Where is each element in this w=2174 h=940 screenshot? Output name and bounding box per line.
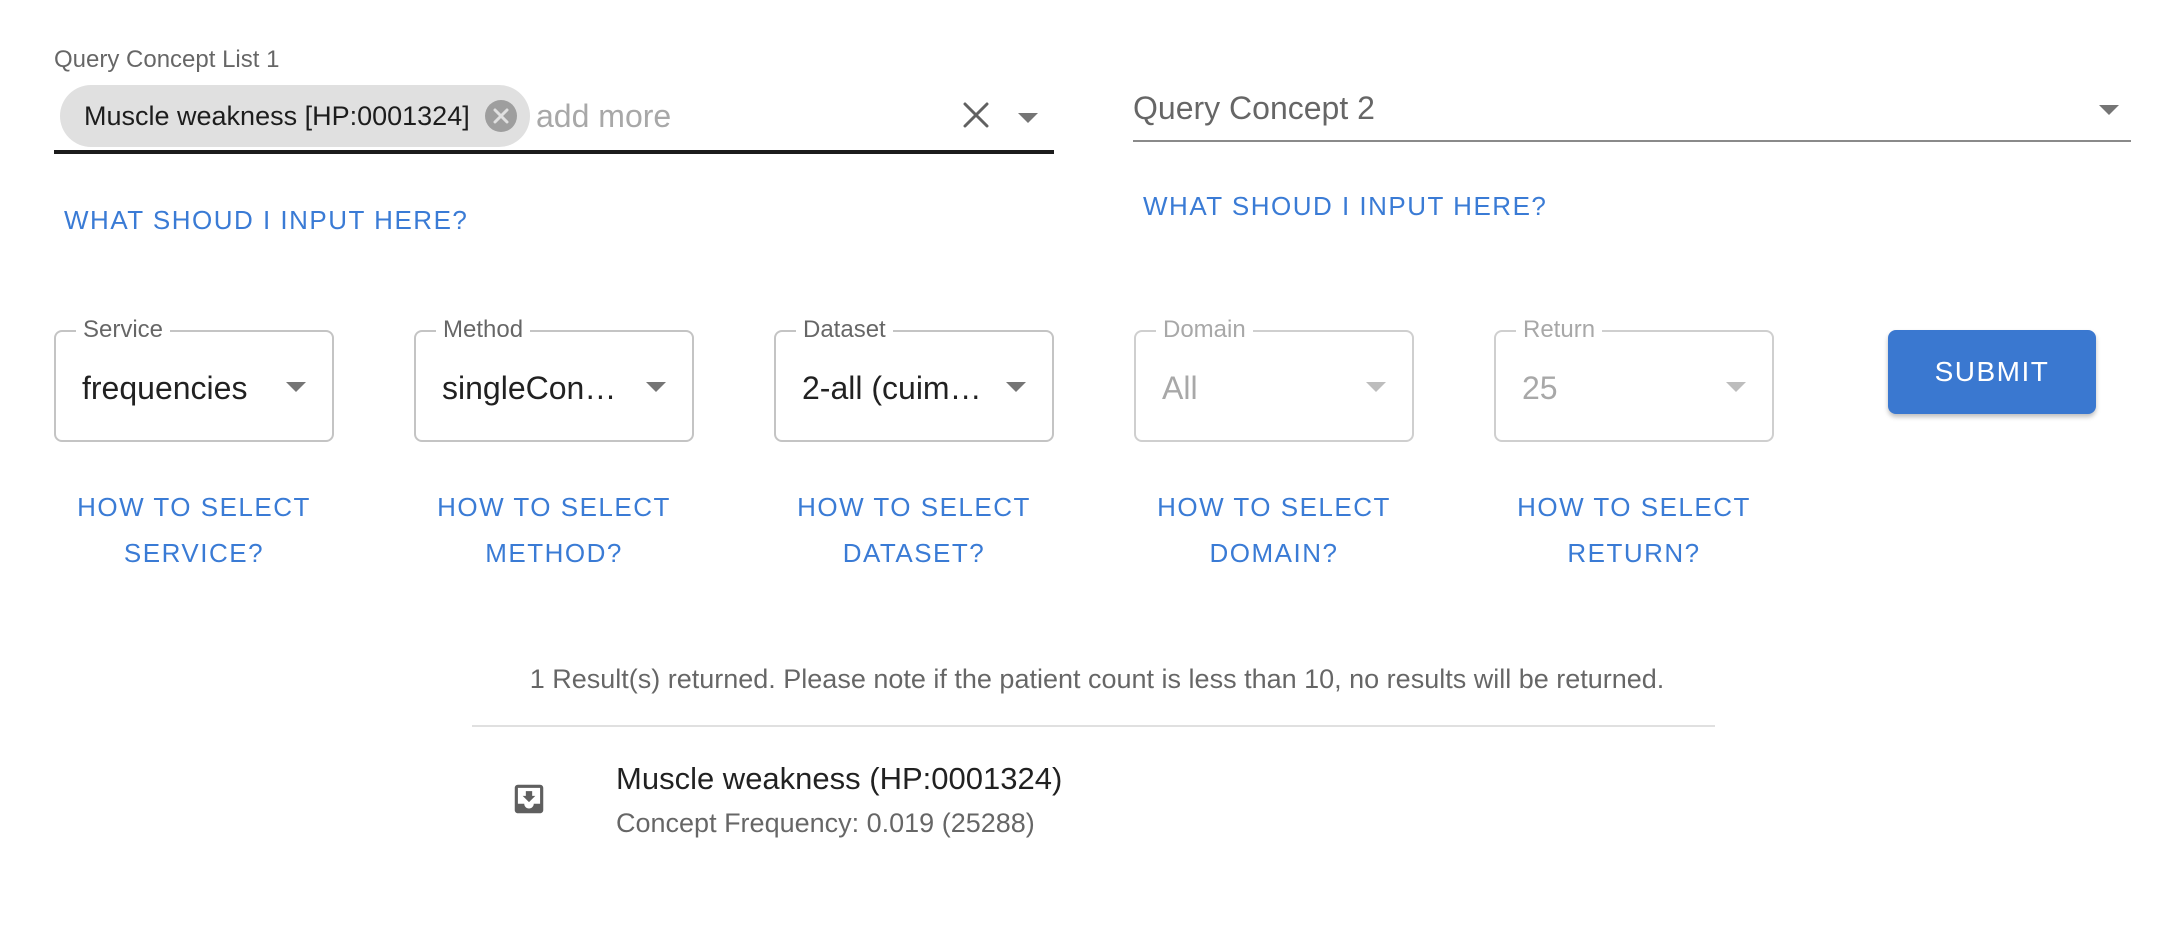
chip-delete-icon[interactable] bbox=[485, 100, 517, 132]
return-help-link[interactable]: HOW TO SELECT RETURN? bbox=[1494, 484, 1774, 576]
concept-chip[interactable]: Muscle weakness [HP:0001324] bbox=[60, 85, 530, 147]
clear-icon[interactable] bbox=[961, 100, 991, 130]
query-concept-1-underline bbox=[54, 150, 1054, 154]
method-help-line-1: HOW TO SELECT bbox=[437, 492, 671, 522]
domain-select-label: Domain bbox=[1156, 315, 1253, 345]
service-select-value: frequencies bbox=[82, 370, 248, 406]
domain-select: Domain All bbox=[1134, 315, 1414, 442]
result-count-text: 1 Result(s) returned. Please note if the… bbox=[529, 664, 1665, 694]
method-help-link[interactable]: HOW TO SELECT METHOD? bbox=[414, 484, 694, 576]
dataset-help-line-1: HOW TO SELECT bbox=[797, 492, 1031, 522]
return-select-value: 25 bbox=[1522, 370, 1558, 406]
dataset-help-link[interactable]: HOW TO SELECT DATASET? bbox=[774, 484, 1054, 576]
query-concept-list-1-label: Query Concept List 1 bbox=[54, 46, 280, 73]
domain-help-line-1: HOW TO SELECT bbox=[1157, 492, 1391, 522]
domain-help-link[interactable]: HOW TO SELECT DOMAIN? bbox=[1134, 484, 1414, 576]
chevron-down-icon bbox=[1006, 382, 1026, 392]
return-help-line-1: HOW TO SELECT bbox=[1517, 492, 1751, 522]
service-select-label: Service bbox=[76, 315, 171, 345]
query-concept-2-field[interactable]: Query Concept 2 bbox=[1133, 90, 1375, 127]
domain-help-line-2: DOMAIN? bbox=[1209, 538, 1339, 568]
chevron-down-icon[interactable] bbox=[1018, 113, 1038, 123]
service-help-link[interactable]: HOW TO SELECT SERVICE? bbox=[54, 484, 334, 576]
query-1-help-link[interactable]: WHAT SHOUD I INPUT HERE? bbox=[64, 205, 468, 236]
service-help-line-2: SERVICE? bbox=[123, 538, 265, 568]
chevron-down-icon[interactable] bbox=[2099, 105, 2119, 115]
results-divider bbox=[472, 725, 1715, 727]
submit-button[interactable]: SUBMIT bbox=[1888, 330, 2096, 414]
return-help-line-2: RETURN? bbox=[1567, 538, 1701, 568]
chevron-down-icon bbox=[1366, 382, 1386, 392]
service-select[interactable]: Service frequencies bbox=[54, 315, 334, 442]
method-select[interactable]: Method singleConceptFreq bbox=[414, 315, 694, 442]
query-2-help-link[interactable]: WHAT SHOUD I INPUT HERE? bbox=[1143, 191, 1547, 222]
dataset-select-value: 2-all (cuimap) bbox=[802, 370, 992, 406]
chevron-down-icon bbox=[646, 382, 666, 392]
method-help-line-2: METHOD? bbox=[485, 538, 623, 568]
service-help-line-1: HOW TO SELECT bbox=[77, 492, 311, 522]
dataset-select[interactable]: Dataset 2-all (cuimap) bbox=[774, 315, 1054, 442]
dataset-help-line-2: DATASET? bbox=[842, 538, 986, 568]
query-concept-2-underline bbox=[1133, 140, 2131, 142]
query-concept-1-input[interactable] bbox=[536, 94, 936, 138]
return-select: Return 25 bbox=[1494, 315, 1774, 442]
chevron-down-icon bbox=[1726, 382, 1746, 392]
method-select-value: singleConceptFreq bbox=[442, 370, 632, 406]
chevron-down-icon bbox=[286, 382, 306, 392]
return-select-label: Return bbox=[1516, 315, 1603, 345]
method-select-label: Method bbox=[436, 315, 531, 345]
domain-select-value: All bbox=[1162, 370, 1198, 406]
dataset-select-label: Dataset bbox=[796, 315, 893, 345]
move-to-inbox-icon bbox=[514, 784, 544, 814]
result-item-title: Muscle weakness (HP:0001324) bbox=[616, 761, 1063, 796]
result-item-subtitle: Concept Frequency: 0.019 (25288) bbox=[616, 808, 1035, 838]
concept-chip-label: Muscle weakness [HP:0001324] bbox=[84, 100, 470, 131]
